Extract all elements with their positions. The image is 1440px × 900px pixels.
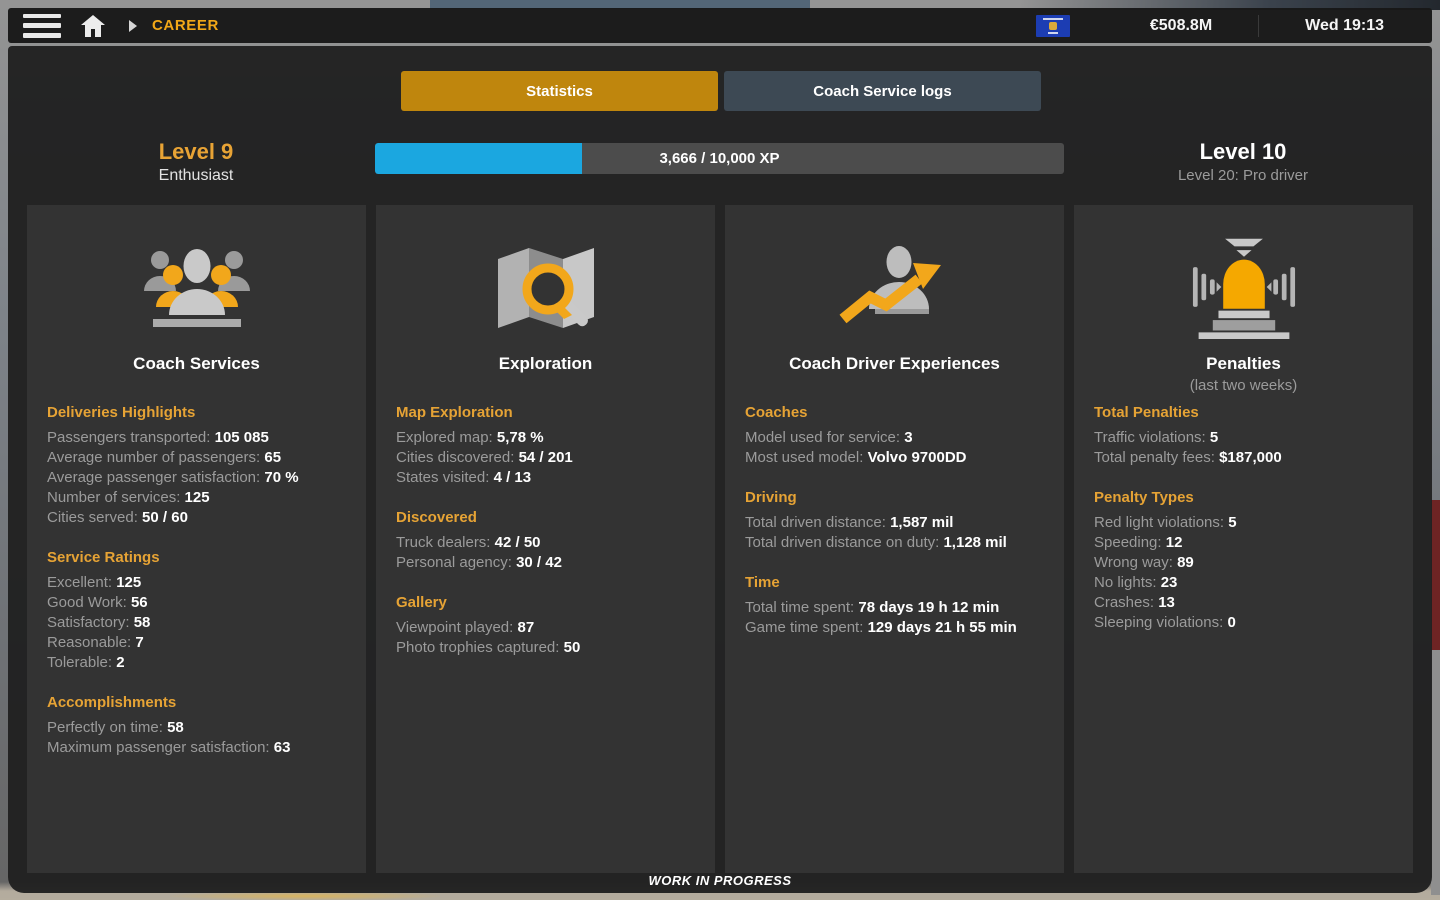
stat-row: Traffic violations: 5 xyxy=(1094,428,1393,448)
stat-row: Cities discovered: 54 / 201 xyxy=(396,448,695,468)
stat-row: Truck dealers: 42 / 50 xyxy=(396,533,695,553)
stat-row: Photo trophies captured: 50 xyxy=(396,638,695,658)
stat-row: Passengers transported: 105 085 xyxy=(47,428,346,448)
section-service-ratings: Service Ratings Excellent: 125 Good Work… xyxy=(47,548,346,673)
work-in-progress-note: WORK IN PROGRESS xyxy=(8,873,1432,888)
stat-row: Number of services: 125 xyxy=(47,488,346,508)
card-title: Exploration xyxy=(396,354,695,374)
section-deliveries-highlights: Deliveries Highlights Passengers transpo… xyxy=(47,403,346,528)
stat-row: Maximum passenger satisfaction: 63 xyxy=(47,738,346,758)
tab-coach-service-logs[interactable]: Coach Service logs xyxy=(724,71,1041,111)
card-exploration: Exploration Map Exploration Explored map… xyxy=(376,205,715,873)
section-discovered: Discovered Truck dealers: 42 / 50 Person… xyxy=(396,508,695,573)
section-map-exploration: Map Exploration Explored map: 5,78 % Cit… xyxy=(396,403,695,488)
current-level-block: Level 9 Enthusiast xyxy=(46,139,346,186)
stat-row: Sleeping violations: 0 xyxy=(1094,613,1393,633)
section-driving: Driving Total driven distance: 1,587 mil… xyxy=(745,488,1044,553)
section-penalty-types: Penalty Types Red light violations: 5 Sp… xyxy=(1094,488,1393,633)
stat-row: Excellent: 125 xyxy=(47,573,346,593)
section-coaches: Coaches Model used for service: 3 Most u… xyxy=(745,403,1044,468)
stat-row: Most used model: Volvo 9700DD xyxy=(745,448,1044,468)
tab-bar: Statistics Coach Service logs xyxy=(401,71,1041,111)
statistics-cards: Coach Services Deliveries Highlights Pas… xyxy=(27,205,1413,873)
section-gallery: Gallery Viewpoint played: 87 Photo troph… xyxy=(396,593,695,658)
money-balance: €508.8M xyxy=(1150,17,1212,35)
section-total-penalties: Total Penalties Traffic violations: 5 To… xyxy=(1094,403,1393,468)
chevron-right-icon xyxy=(129,20,137,32)
card-title: Coach Services xyxy=(47,354,346,374)
section-accomplishments: Accomplishments Perfectly on time: 58 Ma… xyxy=(47,693,346,758)
card-penalties: Penalties (last two weeks) Total Penalti… xyxy=(1074,205,1413,873)
card-title: Coach Driver Experiences xyxy=(745,354,1044,374)
xp-progress-bar: 3,666 / 10,000 XP xyxy=(375,143,1064,174)
tab-statistics[interactable]: Statistics xyxy=(401,71,718,111)
stat-row: Wrong way: 89 xyxy=(1094,553,1393,573)
next-milestone-label: Level 20: Pro driver xyxy=(1093,165,1393,186)
card-coach-driver-experiences: Coach Driver Experiences Coaches Model u… xyxy=(725,205,1064,873)
game-clock: Wed 19:13 xyxy=(1305,17,1384,35)
current-level-label: Level 9 xyxy=(46,139,346,165)
stat-row: Game time spent: 129 days 21 h 55 min xyxy=(745,618,1044,638)
card-title: Penalties xyxy=(1094,354,1393,374)
stat-row: Good Work: 56 xyxy=(47,593,346,613)
stat-row: No lights: 23 xyxy=(1094,573,1393,593)
stat-row: Tolerable: 2 xyxy=(47,653,346,673)
career-statistics-panel: Statistics Coach Service logs Level 9 En… xyxy=(8,46,1432,893)
background-scene-truck xyxy=(1431,500,1440,650)
breadcrumb: CAREER xyxy=(152,17,219,34)
stat-row: Total penalty fees: $187,000 xyxy=(1094,448,1393,468)
home-icon[interactable] xyxy=(80,13,106,39)
stat-row: Personal agency: 30 / 42 xyxy=(396,553,695,573)
siren-penalty-icon xyxy=(1094,237,1393,337)
stat-row: Total driven distance on duty: 1,128 mil xyxy=(745,533,1044,553)
xp-progress-text: 3,666 / 10,000 XP xyxy=(375,143,1064,174)
stat-row: Average passenger satisfaction: 70 % xyxy=(47,468,346,488)
stat-row: Reasonable: 7 xyxy=(47,633,346,653)
divider xyxy=(1258,15,1259,37)
stat-row: Explored map: 5,78 % xyxy=(396,428,695,448)
stat-row: Satisfactory: 58 xyxy=(47,613,346,633)
stat-row: Speeding: 12 xyxy=(1094,533,1393,553)
map-magnifier-icon xyxy=(396,237,695,337)
stat-row: Perfectly on time: 58 xyxy=(47,718,346,738)
stat-row: Red light violations: 5 xyxy=(1094,513,1393,533)
driver-growth-arrow-icon xyxy=(745,237,1044,337)
background-scene-road xyxy=(170,892,440,900)
wisconsin-flag-icon xyxy=(1036,15,1070,37)
stat-row: Crashes: 13 xyxy=(1094,593,1393,613)
card-subtitle: (last two weeks) xyxy=(1094,377,1393,396)
section-time: Time Total time spent: 78 days 19 h 12 m… xyxy=(745,573,1044,638)
card-coach-services: Coach Services Deliveries Highlights Pas… xyxy=(27,205,366,873)
hamburger-menu-icon[interactable] xyxy=(23,14,61,38)
next-level-label: Level 10 xyxy=(1093,139,1393,165)
stat-row: States visited: 4 / 13 xyxy=(396,468,695,488)
background-scene xyxy=(1431,650,1440,895)
stat-row: Viewpoint played: 87 xyxy=(396,618,695,638)
current-level-title: Enthusiast xyxy=(46,165,346,186)
stat-row: Total time spent: 78 days 19 h 12 min xyxy=(745,598,1044,618)
passengers-group-icon xyxy=(47,237,346,337)
next-level-block: Level 10 Level 20: Pro driver xyxy=(1093,139,1393,186)
stat-row: Total driven distance: 1,587 mil xyxy=(745,513,1044,533)
top-bar: CAREER €508.8M Wed 19:13 xyxy=(8,8,1432,43)
stat-row: Model used for service: 3 xyxy=(745,428,1044,448)
stat-row: Cities served: 50 / 60 xyxy=(47,508,346,528)
stat-row: Average number of passengers: 65 xyxy=(47,448,346,468)
